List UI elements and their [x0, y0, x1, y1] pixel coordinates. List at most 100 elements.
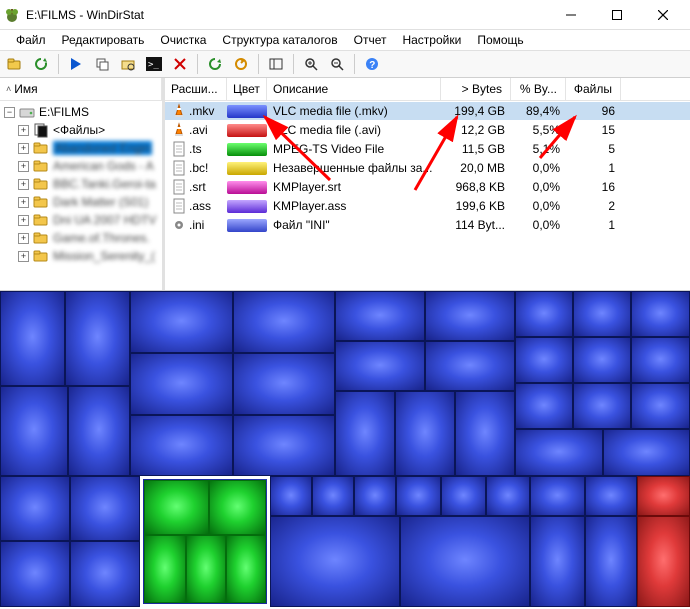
- expand-icon[interactable]: +: [18, 215, 29, 226]
- tree-header-name: Имя: [14, 82, 37, 96]
- menu-редактировать[interactable]: Редактировать: [54, 31, 153, 49]
- titlebar: E:\FILMS - WinDirStat: [0, 0, 690, 30]
- tree-row[interactable]: + American Gods - A: [0, 157, 162, 175]
- tree-row[interactable]: +Abandoned Engin: [0, 139, 162, 157]
- tree-row-label: Dark Matter (S01): [53, 195, 148, 209]
- files-cell: 15: [566, 123, 621, 137]
- folder-icon: [33, 212, 49, 228]
- page-icon: [171, 160, 187, 176]
- tree-row-label: Mission_Serenity_(: [53, 249, 155, 263]
- extension-list-header: Расши... Цвет Описание > Bytes % By... Ф…: [165, 78, 690, 101]
- minimize-button[interactable]: [548, 0, 594, 30]
- page-icon: [171, 198, 187, 214]
- list-row[interactable]: .bc!Незавершенные файлы за...20,0 MB0,0%…: [165, 159, 690, 177]
- ext-label: .ini: [189, 218, 204, 232]
- menu-отчет[interactable]: Отчет: [346, 31, 395, 49]
- tree-row-label: Game.of.Thrones.: [53, 231, 150, 245]
- copy-icon[interactable]: [91, 53, 113, 75]
- collapse-icon[interactable]: −: [4, 107, 15, 118]
- color-swatch: [227, 143, 267, 156]
- tree-row[interactable]: + Mission_Serenity_(: [0, 247, 162, 265]
- files-cell: 16: [566, 180, 621, 194]
- list-row[interactable]: .mkvVLC media file (.mkv)199,4 GB89,4%96: [165, 102, 690, 120]
- refresh2-icon[interactable]: [204, 53, 226, 75]
- directory-tree[interactable]: −E:\FILMS+<Файлы>+Abandoned Engin+Americ…: [0, 101, 162, 290]
- delete-icon[interactable]: [169, 53, 191, 75]
- menu-файл[interactable]: Файл: [8, 31, 54, 49]
- header-extension[interactable]: Расши...: [165, 78, 227, 100]
- header-color[interactable]: Цвет: [227, 78, 267, 100]
- svg-text:>_: >_: [148, 60, 159, 70]
- list-row[interactable]: .aviVLC media file (.avi)12,2 GB5,5%15: [165, 121, 690, 139]
- toolbar-separator: [258, 54, 259, 74]
- toolbar-separator: [293, 54, 294, 74]
- close-button[interactable]: [640, 0, 686, 30]
- files-cell: 2: [566, 199, 621, 213]
- desc-cell: KMPlayer.srt: [267, 180, 441, 194]
- tree-row-label: American Gods - A: [53, 159, 154, 173]
- zoomout-icon[interactable]: [326, 53, 348, 75]
- treemap[interactable]: [0, 291, 690, 607]
- tree-header[interactable]: ˄ Имя: [0, 78, 162, 101]
- folder-icon: [33, 140, 49, 156]
- color-swatch: [227, 162, 267, 175]
- header-bytes[interactable]: > Bytes: [441, 78, 511, 100]
- folder-icon: [33, 176, 49, 192]
- refresh3-icon[interactable]: [230, 53, 252, 75]
- bytes-cell: 968,8 KB: [441, 180, 511, 194]
- expand-icon[interactable]: +: [18, 161, 29, 172]
- files-cell: 96: [566, 104, 621, 118]
- menu-структура каталогов[interactable]: Структура каталогов: [214, 31, 345, 49]
- refresh-icon[interactable]: [30, 53, 52, 75]
- showtree-icon[interactable]: [265, 53, 287, 75]
- open-icon[interactable]: [4, 53, 26, 75]
- tree-row[interactable]: +BBC.Tanki.Geroi-ta: [0, 175, 162, 193]
- menu-настройки[interactable]: Настройки: [394, 31, 469, 49]
- header-description[interactable]: Описание: [267, 78, 441, 100]
- header-percent[interactable]: % By...: [511, 78, 566, 100]
- zoomin-icon[interactable]: [300, 53, 322, 75]
- toolbar-separator: [197, 54, 198, 74]
- bytes-cell: 11,5 GB: [441, 142, 511, 156]
- list-row[interactable]: .assKMPlayer.ass199,6 KB0,0%2: [165, 197, 690, 215]
- tree-row-label: E:\FILMS: [39, 105, 89, 119]
- window-title: E:\FILMS - WinDirStat: [26, 8, 548, 22]
- bytes-cell: 20,0 MB: [441, 161, 511, 175]
- color-swatch: [227, 105, 267, 118]
- extension-list[interactable]: .mkvVLC media file (.mkv)199,4 GB89,4%96…: [165, 101, 690, 290]
- list-row[interactable]: .iniФайл "INI"114 Byt...0,0%1: [165, 216, 690, 234]
- drive-icon: [19, 104, 35, 120]
- header-files[interactable]: Файлы: [566, 78, 621, 100]
- tree-row[interactable]: +<Файлы>: [0, 121, 162, 139]
- expand-icon[interactable]: +: [18, 197, 29, 208]
- bytes-cell: 12,2 GB: [441, 123, 511, 137]
- menu-помощь[interactable]: Помощь: [469, 31, 531, 49]
- ext-label: .avi: [189, 123, 208, 137]
- maximize-button[interactable]: [594, 0, 640, 30]
- tree-row[interactable]: + Game.of.Thrones.: [0, 229, 162, 247]
- desc-cell: VLC media file (.mkv): [267, 104, 441, 118]
- tree-row-label: Dni UA 2007 HDTV: [53, 213, 156, 227]
- expand-icon[interactable]: +: [18, 233, 29, 244]
- svg-text:?: ?: [369, 60, 375, 71]
- gear-icon: [171, 217, 187, 233]
- explore-icon[interactable]: [117, 53, 139, 75]
- folder-icon: [33, 194, 49, 210]
- file-icon: [33, 122, 49, 138]
- list-row[interactable]: .srtKMPlayer.srt968,8 KB0,0%16: [165, 178, 690, 196]
- tree-row[interactable]: − E:\FILMS: [0, 103, 162, 121]
- expand-icon[interactable]: +: [18, 251, 29, 262]
- files-cell: 1: [566, 161, 621, 175]
- vlc-icon: [171, 122, 187, 138]
- expand-icon[interactable]: +: [18, 125, 29, 136]
- bytes-cell: 199,6 KB: [441, 199, 511, 213]
- help-icon[interactable]: ?: [361, 53, 383, 75]
- tree-row[interactable]: + Dni UA 2007 HDTV: [0, 211, 162, 229]
- expand-icon[interactable]: +: [18, 179, 29, 190]
- play-icon[interactable]: [65, 53, 87, 75]
- tree-row[interactable]: + Dark Matter (S01): [0, 193, 162, 211]
- list-row[interactable]: .tsMPEG-TS Video File11,5 GB5,1%5: [165, 140, 690, 158]
- menu-очистка[interactable]: Очистка: [152, 31, 214, 49]
- cmd-icon[interactable]: >_: [143, 53, 165, 75]
- expand-icon[interactable]: +: [18, 143, 29, 154]
